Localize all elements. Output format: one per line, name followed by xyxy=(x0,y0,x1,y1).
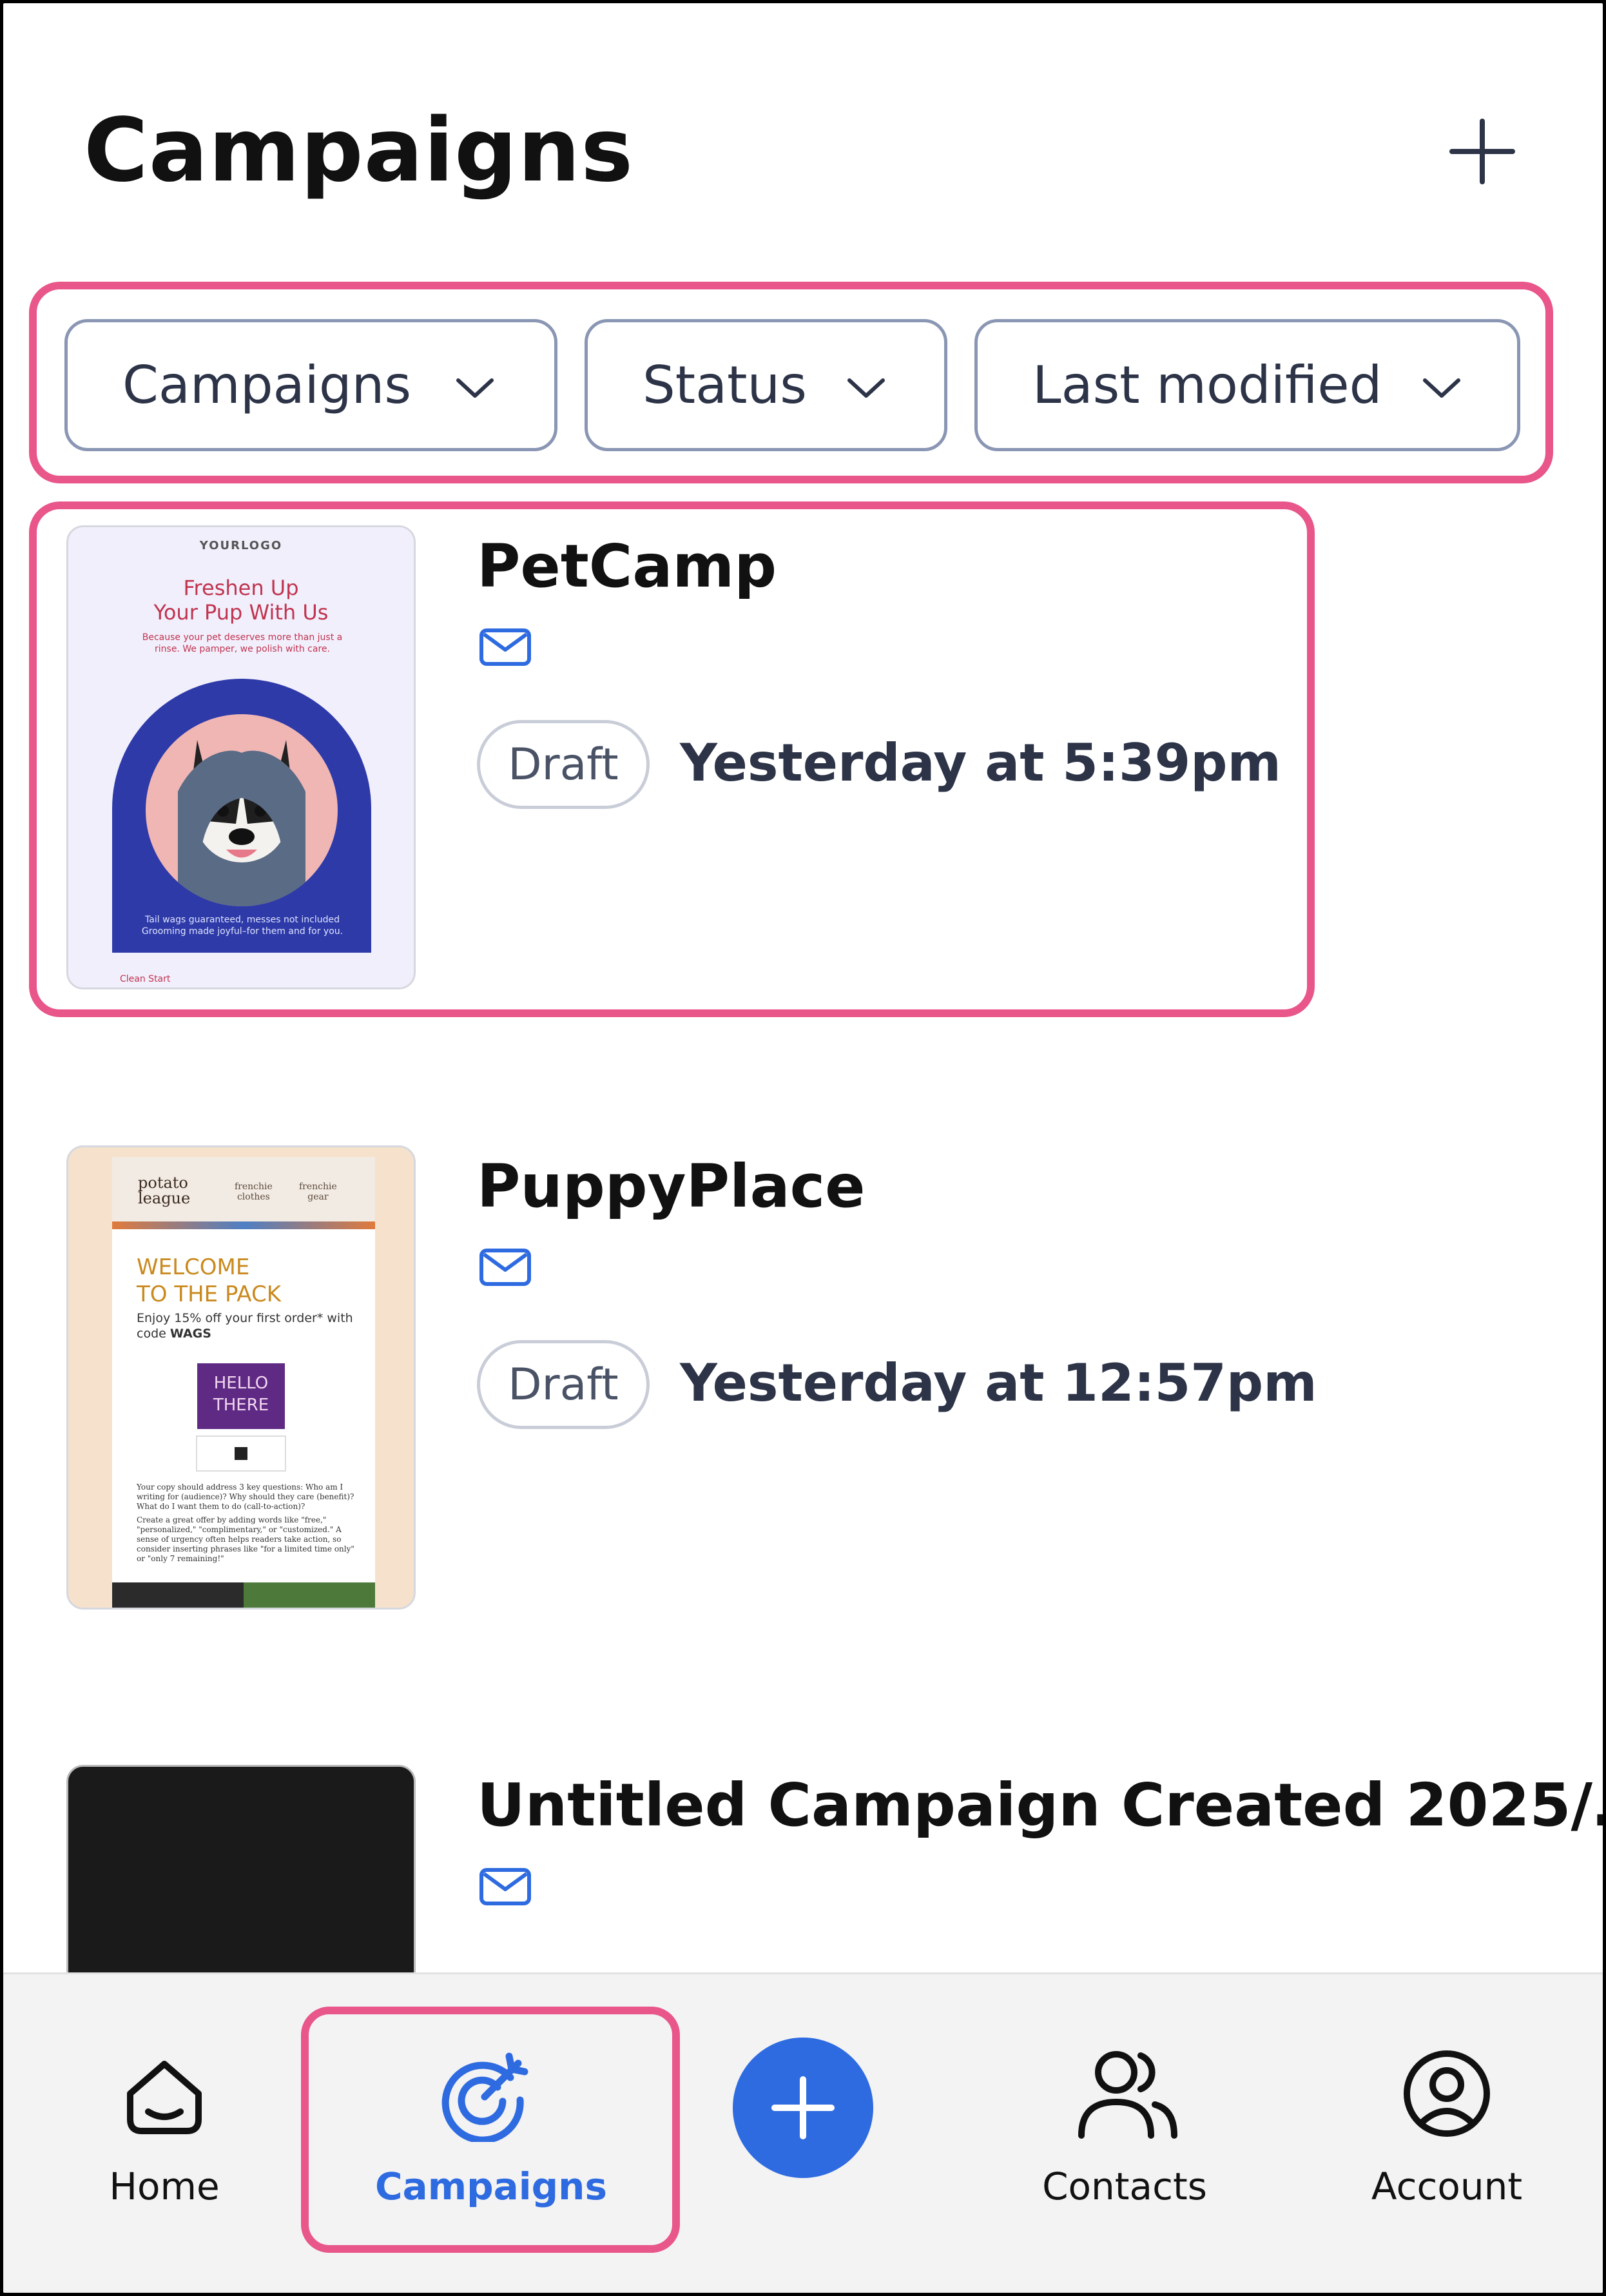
thumbnail-stripe xyxy=(112,1221,375,1229)
campaign-name[interactable]: PetCamp xyxy=(477,532,777,601)
thumbnail-nav-link: frenchie clothes xyxy=(235,1182,273,1202)
campaign-thumbnail[interactable]: YOURLOGO Freshen Up Your Pup With Us Bec… xyxy=(66,525,416,989)
last-modified-time: Yesterday at 5:39pm xyxy=(680,733,1281,793)
thumbnail-hello-image: HELLO THERE xyxy=(197,1363,285,1429)
bottom-navigation-bar: Home Campaigns Contacts Account xyxy=(3,1972,1603,2293)
account-icon xyxy=(1404,2050,1490,2137)
contacts-icon xyxy=(1078,2051,1177,2139)
thumbnail-offer: Enjoy 15% off your first order* with cod… xyxy=(137,1311,353,1341)
nav-home[interactable]: Home xyxy=(68,1974,261,2293)
plus-icon xyxy=(1449,119,1515,184)
thumbnail-nav-link: frenchie gear xyxy=(299,1182,337,1202)
email-icon xyxy=(479,1868,531,1905)
filter-label: Last modified xyxy=(1032,355,1382,415)
status-filter-dropdown[interactable]: Status xyxy=(585,319,947,451)
nav-contacts[interactable]: Contacts xyxy=(1015,1974,1234,2293)
add-campaign-button[interactable] xyxy=(1447,116,1518,187)
campaign-name[interactable]: Untitled Campaign Created 2025/… xyxy=(477,1771,1603,1840)
thumbnail-photo-strip xyxy=(112,1582,375,1608)
page-title: Campaigns xyxy=(84,100,634,202)
thumbnail-headline: Freshen Up Your Pup With Us xyxy=(153,576,329,625)
campaign-thumbnail[interactable]: potato league frenchie clothes frenchie … xyxy=(66,1145,416,1610)
thumbnail-subtext: Because your pet deserves more than just… xyxy=(142,632,343,654)
email-icon xyxy=(479,1249,531,1286)
thumbnail-cta: Clean Start xyxy=(120,974,171,984)
thumbnail-email-body: potato league frenchie clothes frenchie … xyxy=(112,1157,375,1608)
plus-icon xyxy=(771,2076,835,2139)
thumbnail-footer-text: Tail wags guaranteed, messes not include… xyxy=(141,915,343,937)
thumbnail-logo: YOURLOGO xyxy=(199,539,283,552)
thumbnail-headline: WELCOME TO THE PACK xyxy=(137,1254,281,1307)
chevron-down-icon xyxy=(1423,378,1460,398)
nav-home-label: Home xyxy=(109,2165,220,2208)
dog-photo xyxy=(146,714,338,906)
campaigns-filter-dropdown[interactable]: Campaigns xyxy=(64,319,557,451)
nav-account[interactable]: Account xyxy=(1337,1974,1556,2293)
thumbnail-logo: potato league xyxy=(138,1174,191,1207)
filter-label: Status xyxy=(643,355,807,415)
thumbnail-placeholder-block xyxy=(196,1435,286,1472)
campaign-name[interactable]: PuppyPlace xyxy=(477,1152,866,1221)
create-button[interactable] xyxy=(733,2038,873,2178)
last-modified-time: Yesterday at 12:57pm xyxy=(680,1353,1317,1413)
nav-account-label: Account xyxy=(1371,2165,1523,2208)
nav-contacts-label: Contacts xyxy=(1042,2165,1207,2208)
filter-label: Campaigns xyxy=(122,355,412,415)
chevron-down-icon xyxy=(456,378,494,398)
campaigns-screen: Campaigns Campaigns Status Last modified… xyxy=(3,3,1603,2293)
nav-campaigns-highlight xyxy=(301,2007,680,2253)
home-icon xyxy=(127,2061,202,2134)
status-badge: Draft xyxy=(477,720,650,809)
thumbnail-body-copy: Your copy should address 3 key questions… xyxy=(137,1483,354,1563)
status-badge: Draft xyxy=(477,1340,650,1429)
chevron-down-icon xyxy=(847,378,885,398)
last-modified-sort-dropdown[interactable]: Last modified xyxy=(974,319,1520,451)
email-icon xyxy=(479,628,531,666)
